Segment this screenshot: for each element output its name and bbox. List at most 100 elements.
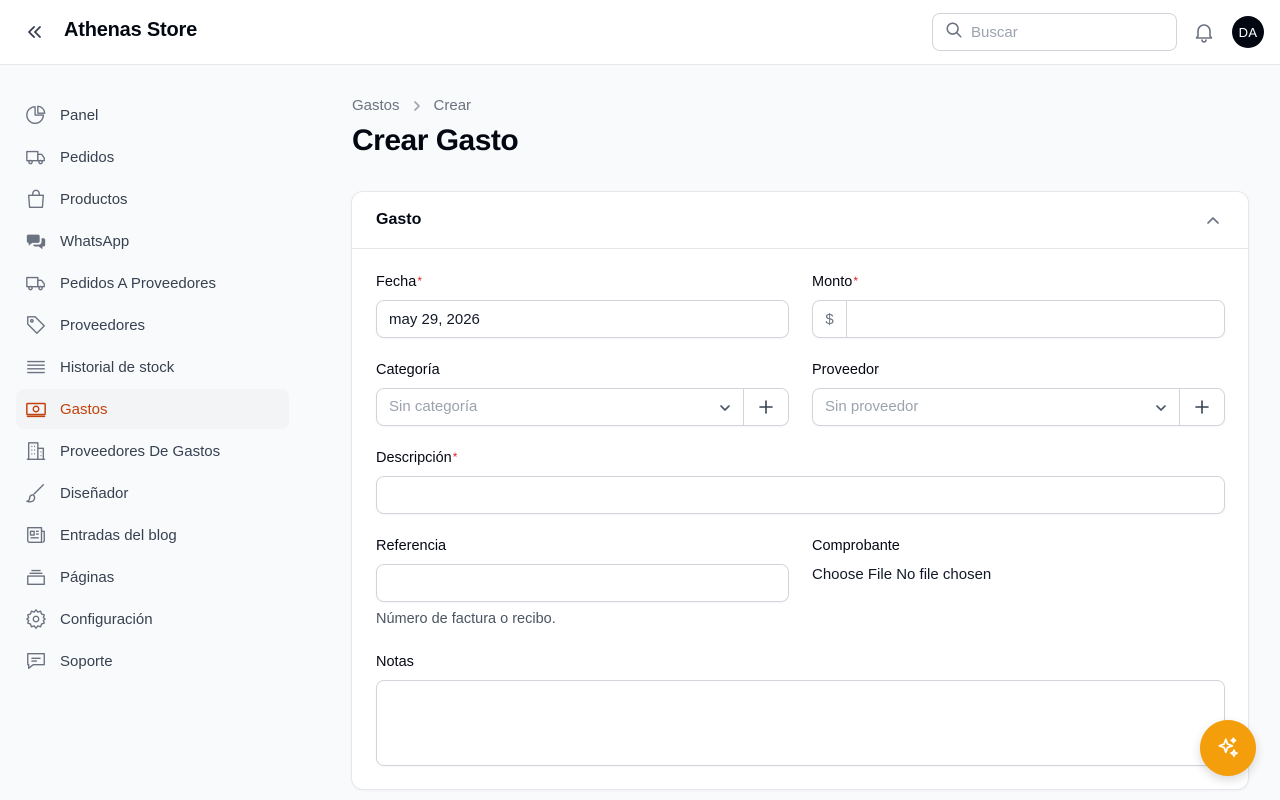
sidebar-item[interactable]: Diseñador <box>16 473 289 513</box>
sidebar-item-label: Gastos <box>60 400 108 418</box>
search-input[interactable] <box>971 23 1161 41</box>
gear-icon <box>24 607 48 631</box>
breadcrumb-parent[interactable]: Gastos <box>352 97 400 114</box>
top-bar: Athenas Store DA <box>0 0 1280 65</box>
stack-icon <box>24 355 48 379</box>
sidebar-item-label: Entradas del blog <box>60 526 177 544</box>
paintbrush-icon <box>24 481 48 505</box>
plus-icon <box>759 400 773 414</box>
notas-field[interactable] <box>376 680 1225 766</box>
truck-icon <box>24 271 48 295</box>
plus-icon <box>1195 400 1209 414</box>
referencia-field[interactable] <box>376 564 789 602</box>
sidebar-item-label: WhatsApp <box>60 232 130 250</box>
required-mark: * <box>417 274 422 288</box>
sidebar-item[interactable]: Soporte <box>16 641 289 681</box>
chat-bubbles-icon <box>24 229 48 253</box>
monto-field[interactable]: $ <box>812 300 1225 338</box>
add-categoria-button[interactable] <box>743 389 788 425</box>
sidebar-item-label: Pedidos <box>60 148 115 166</box>
search-box[interactable] <box>932 13 1177 51</box>
descripcion-input[interactable] <box>377 477 1224 513</box>
sparkles-icon <box>1218 737 1238 758</box>
monto-label: Monto* <box>812 274 858 290</box>
sidebar-item-label: Configuración <box>60 610 153 628</box>
chevron-right-icon <box>410 99 424 113</box>
app-title[interactable]: Athenas Store <box>64 19 197 42</box>
tag-icon <box>24 313 48 337</box>
sidebar-item[interactable]: Productos <box>16 179 289 219</box>
section-title: Gasto <box>376 211 422 228</box>
fecha-field[interactable] <box>376 300 789 338</box>
breadcrumb: Gastos Crear <box>352 97 471 114</box>
breadcrumb-current: Crear <box>433 97 472 114</box>
newspaper-icon <box>24 523 48 547</box>
search-icon <box>945 21 963 44</box>
file-input[interactable]: Choose File No file chosen <box>812 566 991 583</box>
truck-icon <box>24 145 48 169</box>
currency-prefix: $ <box>813 301 847 337</box>
ai-assistant-button[interactable] <box>1200 720 1256 776</box>
pie-chart-icon <box>24 103 48 127</box>
add-proveedor-button[interactable] <box>1179 389 1224 425</box>
bell-icon[interactable] <box>1192 20 1216 44</box>
sidebar-item[interactable]: Configuración <box>16 599 289 639</box>
sidebar-item-label: Panel <box>60 106 99 124</box>
choose-file-button[interactable]: Choose File <box>812 566 892 583</box>
required-mark: * <box>853 274 858 288</box>
fecha-input[interactable] <box>377 301 788 337</box>
collapse-sidebar-icon[interactable] <box>22 20 46 44</box>
support-chat-icon <box>24 649 48 673</box>
sidebar-item-label: Productos <box>60 190 128 208</box>
required-mark: * <box>452 450 458 464</box>
categoria-label: Categoría <box>376 362 440 378</box>
sidebar-item[interactable]: WhatsApp <box>16 221 289 261</box>
fecha-label: Fecha* <box>376 274 422 290</box>
sidebar-item[interactable]: Gastos <box>16 389 289 429</box>
pages-icon <box>24 565 48 589</box>
sidebar-item-label: Pedidos A Proveedores <box>60 274 216 292</box>
categoria-select[interactable]: Sin categoría <box>376 388 789 426</box>
descripcion-label-text: Descripción <box>376 450 452 466</box>
monto-label-text: Monto <box>812 274 853 290</box>
sidebar-item[interactable]: Proveedores De Gastos <box>16 431 289 471</box>
categoria-select-value: Sin categoría <box>389 398 478 415</box>
sidebar-item[interactable]: Proveedores <box>16 305 289 345</box>
avatar[interactable]: DA <box>1232 16 1264 48</box>
shopping-bag-icon <box>24 187 48 211</box>
sidebar-item[interactable]: Páginas <box>16 557 289 597</box>
sidebar-item-label: Soporte <box>60 652 113 670</box>
fecha-label-text: Fecha <box>376 274 417 290</box>
section-header[interactable]: Gasto <box>352 192 1248 249</box>
chevron-down-icon <box>717 400 733 416</box>
comprobante-label: Comprobante <box>812 538 900 554</box>
descripcion-field[interactable] <box>376 476 1225 514</box>
sidebar-item-label: Historial de stock <box>60 358 175 376</box>
chevron-up-icon[interactable] <box>1204 212 1222 230</box>
descripcion-label: Descripción* <box>376 450 457 466</box>
sidebar-item[interactable]: Panel <box>16 95 289 135</box>
proveedor-select[interactable]: Sin proveedor <box>812 388 1225 426</box>
referencia-input[interactable] <box>377 565 788 601</box>
chevron-down-icon <box>1153 400 1169 416</box>
notas-textarea[interactable] <box>377 681 1224 765</box>
sidebar-item-label: Diseñador <box>60 484 129 502</box>
file-status: No file chosen <box>896 566 992 583</box>
sidebar-item[interactable]: Pedidos A Proveedores <box>16 263 289 303</box>
building-icon <box>24 439 48 463</box>
notas-label: Notas <box>376 654 414 670</box>
sidebar-item-label: Páginas <box>60 568 115 586</box>
page-title: Crear Gasto <box>352 124 519 157</box>
monto-input[interactable] <box>813 301 1224 337</box>
sidebar-item[interactable]: Entradas del blog <box>16 515 289 555</box>
sidebar-item-label: Proveedores <box>60 316 146 334</box>
banknotes-icon <box>24 397 48 421</box>
form-section-card: Gasto Fecha* Monto* $ Categoría Sin cate… <box>351 191 1249 790</box>
proveedor-label: Proveedor <box>812 362 879 378</box>
sidebar-item-label: Proveedores De Gastos <box>60 442 221 460</box>
sidebar-item[interactable]: Historial de stock <box>16 347 289 387</box>
referencia-hint: Número de factura o recibo. <box>376 611 556 627</box>
referencia-label: Referencia <box>376 538 447 554</box>
sidebar-item[interactable]: Pedidos <box>16 137 289 177</box>
proveedor-select-value: Sin proveedor <box>825 398 919 415</box>
